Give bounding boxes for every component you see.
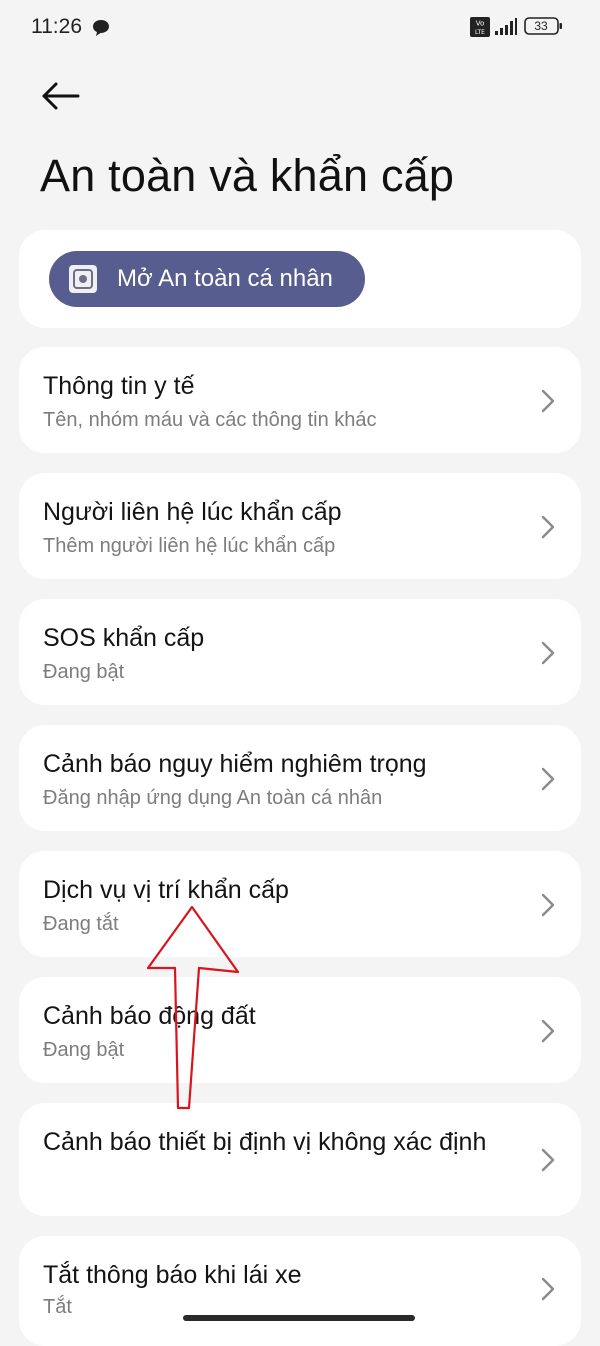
chevron-right-icon — [541, 1277, 555, 1301]
item-title: Cảnh báo thiết bị định vị không xác định — [43, 1128, 487, 1156]
open-personal-safety-button[interactable]: Mở An toàn cá nhân — [49, 251, 365, 307]
battery-level: 33 — [534, 19, 548, 33]
item-subtitle: Tên, nhóm máu và các thông tin khác — [43, 409, 377, 431]
list-item-medical-info[interactable]: Thông tin y tế Tên, nhóm máu và các thôn… — [19, 347, 581, 453]
volte-icon: Vo LTE — [470, 17, 490, 37]
chevron-right-icon — [541, 389, 555, 413]
item-title: SOS khẩn cấp — [43, 624, 205, 652]
item-subtitle: Đăng nhập ứng dụng An toàn cá nhân — [43, 787, 383, 809]
list-item-emergency-contacts[interactable]: Người liên hệ lúc khẩn cấp Thêm người li… — [19, 473, 581, 579]
navigation-handle[interactable] — [183, 1315, 415, 1321]
volte-bottom-text: LTE — [475, 29, 485, 36]
list-item-emergency-location-service[interactable]: Dịch vụ vị trí khẩn cấp Đang tắt — [19, 851, 581, 957]
list-item-silence-while-driving[interactable]: Tắt thông báo khi lái xe Tắt — [19, 1236, 581, 1346]
chevron-right-icon — [541, 1019, 555, 1043]
item-subtitle: Đang bật — [43, 1039, 125, 1061]
list-item-severe-danger-alerts[interactable]: Cảnh báo nguy hiểm nghiêm trọng Đăng nhậ… — [19, 725, 581, 831]
item-subtitle: Đang bật — [43, 661, 125, 683]
chevron-right-icon — [541, 515, 555, 539]
personal-safety-app-icon — [69, 265, 97, 293]
chevron-right-icon — [541, 893, 555, 917]
item-subtitle: Đang tắt — [43, 913, 119, 935]
list-item-emergency-sos[interactable]: SOS khẩn cấp Đang bật — [19, 599, 581, 705]
item-title: Cảnh báo nguy hiểm nghiêm trọng — [43, 750, 427, 778]
arrow-left-icon — [42, 82, 80, 110]
message-bubble-icon — [93, 20, 109, 36]
personal-safety-card: Mở An toàn cá nhân — [19, 230, 581, 328]
open-personal-safety-label: Mở An toàn cá nhân — [117, 265, 333, 292]
list-item-unknown-tracker-alerts[interactable]: Cảnh báo thiết bị định vị không xác định — [19, 1103, 581, 1216]
item-title: Cảnh báo động đất — [43, 1002, 256, 1030]
item-title: Dịch vụ vị trí khẩn cấp — [43, 876, 289, 904]
item-subtitle: Tắt — [43, 1296, 72, 1318]
battery-icon: 33 — [524, 17, 564, 35]
status-bar: 11:26 Vo LTE 33 — [0, 0, 600, 56]
item-subtitle: Thêm người liên hệ lúc khẩn cấp — [43, 535, 336, 557]
page-title: An toàn và khẩn cấp — [40, 150, 455, 201]
back-button[interactable] — [38, 76, 86, 116]
volte-top-text: Vo — [476, 20, 485, 28]
status-time: 11:26 — [31, 15, 82, 38]
chevron-right-icon — [541, 1148, 555, 1172]
chevron-right-icon — [541, 767, 555, 791]
signal-icon — [495, 18, 517, 35]
item-title: Thông tin y tế — [43, 372, 195, 400]
item-title: Người liên hệ lúc khẩn cấp — [43, 498, 342, 526]
list-item-earthquake-alerts[interactable]: Cảnh báo động đất Đang bật — [19, 977, 581, 1083]
chevron-right-icon — [541, 641, 555, 665]
item-title: Tắt thông báo khi lái xe — [43, 1261, 302, 1289]
